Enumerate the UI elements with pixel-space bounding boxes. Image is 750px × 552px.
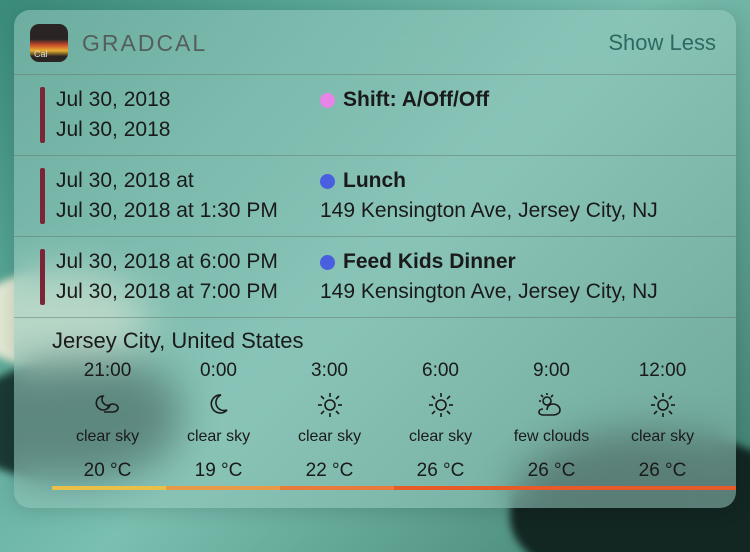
event-start-time: Jul 30, 2018 at 6:00 PM	[56, 247, 320, 277]
event-title: Lunch	[343, 166, 406, 196]
sun-icon	[646, 390, 680, 420]
calendar-event[interactable]: Jul 30, 2018 at Lunch Jul 30, 2018 at 1:…	[14, 155, 736, 236]
calendar-color-dot-icon	[320, 174, 335, 189]
forecast-column: 9:00 few clouds 26 °C	[496, 360, 607, 482]
event-end-time: Jul 30, 2018 at 1:30 PM	[56, 196, 320, 226]
event-start-time: Jul 30, 2018	[56, 85, 320, 115]
calendar-color-dot-icon	[320, 255, 335, 270]
show-less-button[interactable]: Show Less	[608, 30, 716, 56]
forecast-temperature: 20 °C	[84, 460, 132, 482]
sun-cloud-icon	[535, 390, 569, 420]
forecast-column: 0:00 clear sky 19 °C	[163, 360, 274, 482]
event-accent-bar	[40, 87, 45, 143]
forecast-description: clear sky	[76, 428, 139, 446]
calendar-event[interactable]: Jul 30, 2018 at 6:00 PM Feed Kids Dinner…	[14, 236, 736, 317]
forecast-description: few clouds	[514, 428, 590, 446]
calendar-event[interactable]: Jul 30, 2018 Shift: A/Off/Off Jul 30, 20…	[14, 74, 736, 155]
forecast-temperature: 26 °C	[528, 460, 576, 482]
forecast-column: 21:00 clear sky 20 °C	[52, 360, 163, 482]
forecast-description: clear sky	[631, 428, 694, 446]
moon-icon	[202, 390, 236, 420]
weather-section: Jersey City, United States 21:00 clear s…	[14, 317, 736, 508]
forecast-temperature: 26 °C	[417, 460, 465, 482]
forecast-column: 3:00 clear sky 22 °C	[274, 360, 385, 482]
forecast-temperature: 22 °C	[306, 460, 354, 482]
forecast-description: clear sky	[187, 428, 250, 446]
forecast-description: clear sky	[298, 428, 361, 446]
event-title: Shift: A/Off/Off	[343, 85, 489, 115]
event-accent-bar	[40, 249, 45, 305]
temperature-gradient-bar	[14, 486, 736, 490]
event-location: 149 Kensington Ave, Jersey City, NJ	[320, 277, 658, 307]
sun-icon	[424, 390, 458, 420]
forecast-temperature: 19 °C	[195, 460, 243, 482]
event-start-time: Jul 30, 2018 at	[56, 166, 320, 196]
moon-cloud-icon	[91, 390, 125, 420]
sun-icon	[313, 390, 347, 420]
forecast-time: 3:00	[311, 360, 348, 382]
widget-header: GRADCAL Show Less	[14, 10, 736, 74]
event-title: Feed Kids Dinner	[343, 247, 516, 277]
event-end-time: Jul 30, 2018	[56, 115, 320, 145]
event-end-time: Jul 30, 2018 at 7:00 PM	[56, 277, 320, 307]
forecast-column: 6:00 clear sky 26 °C	[385, 360, 496, 482]
forecast-column: 12:00 clear sky 26 °C	[607, 360, 718, 482]
calendar-color-dot-icon	[320, 93, 335, 108]
forecast-time: 6:00	[422, 360, 459, 382]
event-location: 149 Kensington Ave, Jersey City, NJ	[320, 196, 658, 226]
forecast-time: 0:00	[200, 360, 237, 382]
app-title: GRADCAL	[82, 30, 207, 57]
forecast-time: 12:00	[639, 360, 687, 382]
forecast-time: 21:00	[84, 360, 132, 382]
gradcal-widget: GRADCAL Show Less Jul 30, 2018 Shift: A/…	[14, 10, 736, 508]
event-accent-bar	[40, 168, 45, 224]
forecast-description: clear sky	[409, 428, 472, 446]
forecast-time: 9:00	[533, 360, 570, 382]
weather-location: Jersey City, United States	[52, 328, 718, 354]
forecast-temperature: 26 °C	[639, 460, 687, 482]
app-icon	[30, 24, 68, 62]
